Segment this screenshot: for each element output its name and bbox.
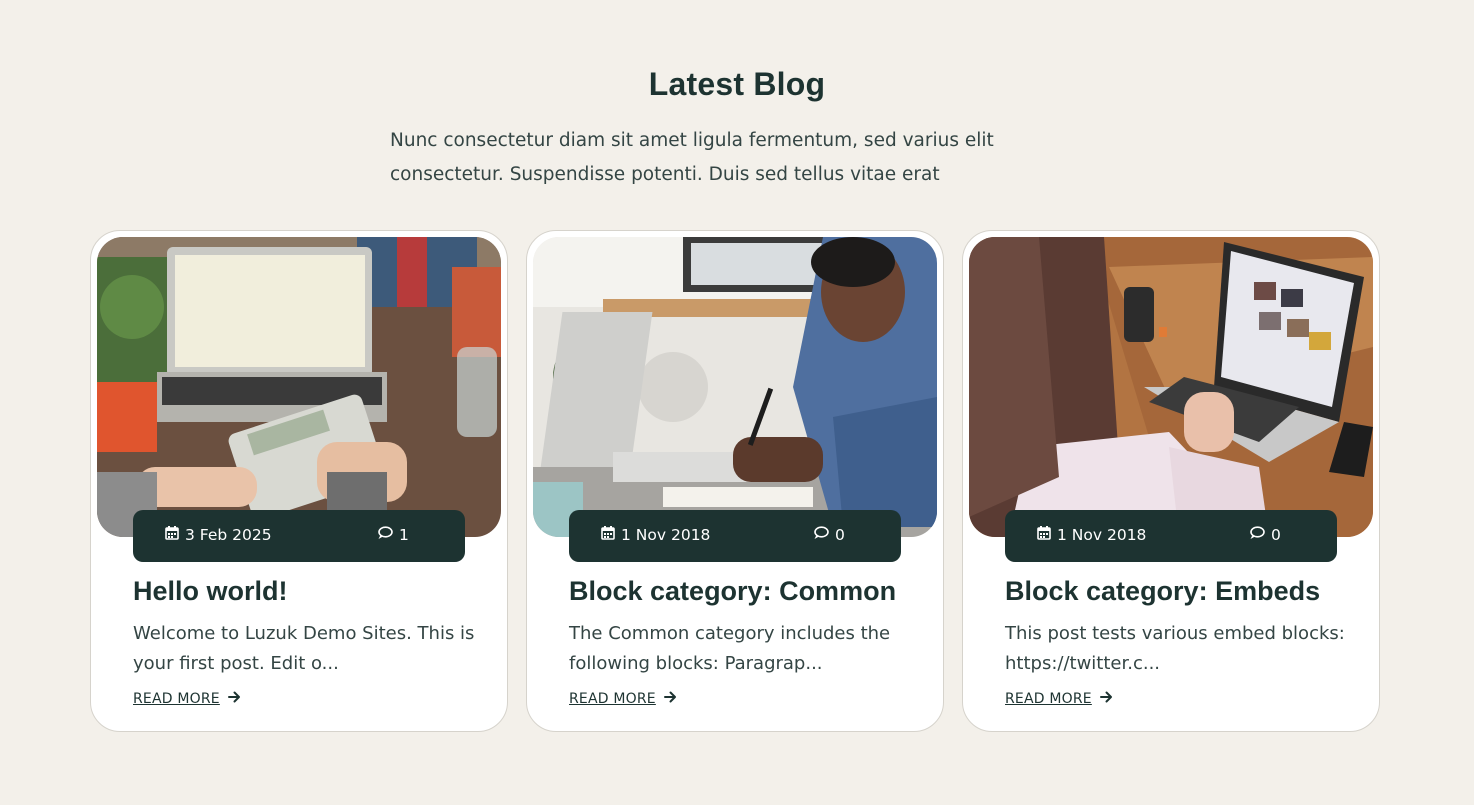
post-excerpt: Welcome to Luzuk Demo Sites. This is you… bbox=[133, 623, 475, 674]
calendar-icon bbox=[601, 526, 615, 544]
post-image[interactable] bbox=[533, 237, 937, 537]
comment-icon bbox=[813, 526, 829, 544]
post-meta: 3 Feb 2025 1 bbox=[133, 510, 465, 562]
read-more-link[interactable]: READ MORE bbox=[1005, 691, 1113, 707]
post-date[interactable]: 1 Nov 2018 bbox=[621, 526, 710, 544]
post-image[interactable] bbox=[97, 237, 501, 537]
post-excerpt: The Common category includes the followi… bbox=[569, 623, 891, 674]
post-comment-count[interactable]: 0 bbox=[835, 526, 845, 544]
read-more-label: READ MORE bbox=[133, 691, 220, 707]
post-title[interactable]: Block category: Common bbox=[569, 576, 929, 607]
post-excerpt: This post tests various embed blocks: ht… bbox=[1005, 623, 1345, 674]
arrow-right-icon bbox=[1099, 691, 1113, 707]
calendar-icon bbox=[1037, 526, 1051, 544]
post-title[interactable]: Block category: Embeds bbox=[1005, 576, 1365, 607]
post-comment-count[interactable]: 1 bbox=[399, 526, 409, 544]
comment-icon bbox=[1249, 526, 1265, 544]
blog-card: 1 Nov 2018 0 Block category: Embeds This… bbox=[962, 230, 1380, 732]
post-date[interactable]: 3 Feb 2025 bbox=[185, 526, 272, 544]
post-image[interactable] bbox=[969, 237, 1373, 537]
post-title[interactable]: Hello world! bbox=[133, 576, 493, 607]
read-more-link[interactable]: READ MORE bbox=[569, 691, 677, 707]
read-more-label: READ MORE bbox=[569, 691, 656, 707]
blog-card: 3 Feb 2025 1 Hello world! Welcome to Luz… bbox=[90, 230, 508, 732]
section-description: Nunc consectetur diam sit amet ligula fe… bbox=[390, 130, 994, 185]
arrow-right-icon bbox=[663, 691, 677, 707]
read-more-label: READ MORE bbox=[1005, 691, 1092, 707]
read-more-link[interactable]: READ MORE bbox=[133, 691, 241, 707]
post-date[interactable]: 1 Nov 2018 bbox=[1057, 526, 1146, 544]
blog-card: 1 Nov 2018 0 Block category: Common The … bbox=[526, 230, 944, 732]
comment-icon bbox=[377, 526, 393, 544]
post-comment-count[interactable]: 0 bbox=[1271, 526, 1281, 544]
blog-cards: 3 Feb 2025 1 Hello world! Welcome to Luz… bbox=[90, 230, 1390, 732]
calendar-icon bbox=[165, 526, 179, 544]
section-title: Latest Blog bbox=[648, 66, 826, 102]
arrow-right-icon bbox=[227, 691, 241, 707]
post-meta: 1 Nov 2018 0 bbox=[569, 510, 901, 562]
post-meta: 1 Nov 2018 0 bbox=[1005, 510, 1337, 562]
